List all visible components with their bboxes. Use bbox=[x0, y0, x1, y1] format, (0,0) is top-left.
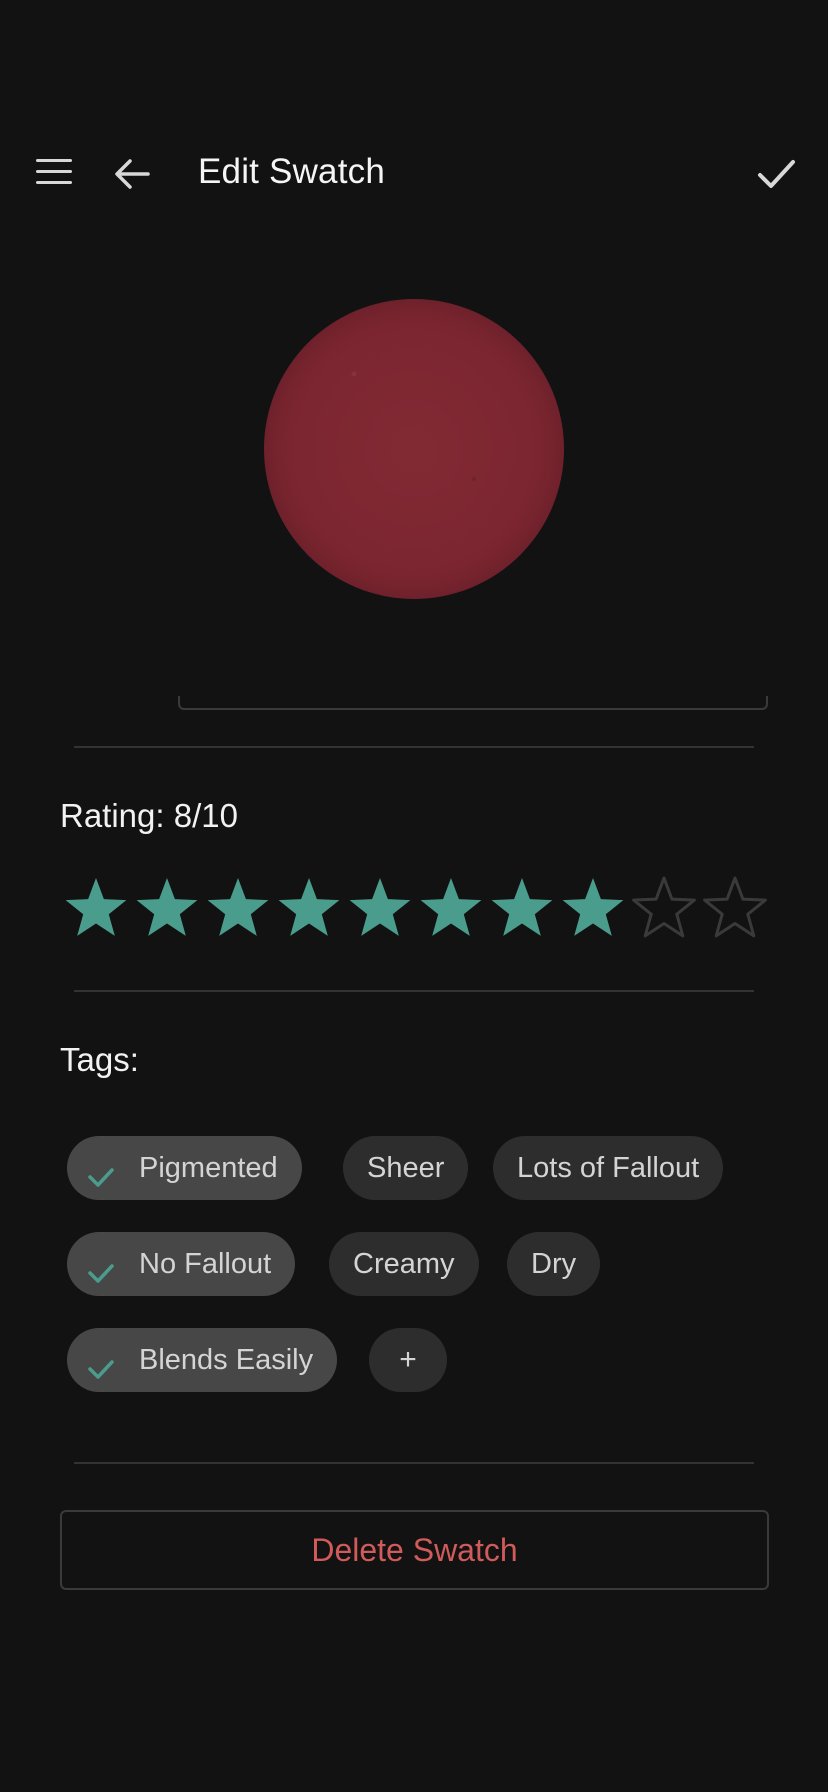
tag-chip-label: Creamy bbox=[353, 1248, 455, 1280]
star-filled-icon[interactable] bbox=[131, 872, 203, 944]
arrow-left-icon[interactable] bbox=[108, 150, 156, 198]
star-filled-icon[interactable] bbox=[344, 872, 416, 944]
tag-chip-label: Dry bbox=[531, 1248, 577, 1280]
checkmark-icon[interactable] bbox=[752, 150, 800, 198]
star-filled-icon[interactable] bbox=[273, 872, 345, 944]
check-icon bbox=[85, 1248, 117, 1283]
page-title: Edit Swatch bbox=[198, 152, 386, 191]
tag-chip-label: Pigmented bbox=[139, 1152, 278, 1184]
top-app-bar: Edit Swatch bbox=[0, 134, 828, 214]
star-filled-icon[interactable] bbox=[415, 872, 487, 944]
star-empty-icon[interactable] bbox=[699, 872, 771, 944]
tag-chip-blends-easily[interactable]: Blends Easily bbox=[67, 1328, 338, 1392]
rating-label: Rating: 8/10 bbox=[60, 797, 238, 834]
tag-chip-no-fallout[interactable]: No Fallout bbox=[67, 1232, 296, 1296]
tag-chip-creamy[interactable]: Creamy bbox=[329, 1232, 479, 1296]
swatch-color-circle[interactable] bbox=[264, 299, 564, 599]
tag-chip-label: Lots of Fallout bbox=[517, 1152, 700, 1184]
tags-label: Tags: bbox=[60, 1041, 139, 1078]
star-filled-icon[interactable] bbox=[202, 872, 274, 944]
check-icon bbox=[85, 1344, 117, 1379]
tag-chip-dry[interactable]: Dry bbox=[507, 1232, 601, 1296]
star-filled-icon[interactable] bbox=[557, 872, 629, 944]
star-filled-icon[interactable] bbox=[60, 872, 132, 944]
divider bbox=[74, 1462, 754, 1464]
delete-swatch-button[interactable]: Delete Swatch bbox=[60, 1510, 769, 1590]
divider bbox=[74, 746, 754, 748]
tag-chip-sheer[interactable]: Sheer bbox=[343, 1136, 469, 1200]
tag-chip-label: Sheer bbox=[367, 1152, 445, 1184]
hamburger-menu-icon[interactable] bbox=[30, 154, 78, 190]
edit-swatch-screen: Edit Swatch Rating: 8/10 Tags: Pigmented… bbox=[0, 0, 828, 1792]
star-empty-icon[interactable] bbox=[628, 872, 700, 944]
divider bbox=[74, 990, 754, 992]
star-filled-icon[interactable] bbox=[486, 872, 558, 944]
tag-chip-lots-of-fallout[interactable]: Lots of Fallout bbox=[493, 1136, 724, 1200]
tag-chip-label: Blends Easily bbox=[139, 1344, 314, 1376]
tag-chip-pigmented[interactable]: Pigmented bbox=[67, 1136, 302, 1200]
rating-stars[interactable] bbox=[60, 872, 780, 944]
swatch-name-field[interactable] bbox=[178, 696, 768, 710]
check-icon bbox=[85, 1152, 117, 1187]
tag-chip-label: No Fallout bbox=[139, 1248, 272, 1280]
add-tag-button[interactable]: + bbox=[369, 1328, 447, 1392]
